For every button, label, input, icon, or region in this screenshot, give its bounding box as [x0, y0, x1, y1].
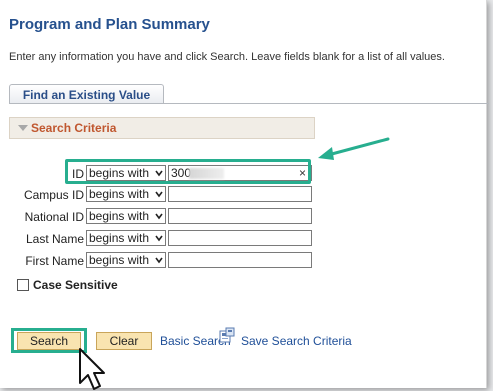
search-criteria-header[interactable]: Search Criteria — [9, 117, 315, 139]
first-name-operator-select[interactable]: begins with — [86, 252, 166, 268]
search-criteria-title: Search Criteria — [31, 121, 117, 135]
case-sensitive-label: Case Sensitive — [33, 278, 118, 292]
case-sensitive-option[interactable]: Case Sensitive — [17, 278, 118, 292]
campus-id-operator-select[interactable]: begins with — [86, 186, 166, 202]
campus-id-input[interactable] — [168, 186, 312, 202]
save-search-criteria-link[interactable]: Save Search Criteria — [241, 334, 352, 348]
tab-divider — [9, 103, 489, 104]
page-instructions: Enter any information you have and click… — [9, 51, 445, 63]
save-criteria-icon[interactable] — [219, 327, 235, 343]
chevron-down-icon — [155, 257, 163, 264]
triangle-down-icon — [18, 125, 28, 131]
campus-id-label: Campus ID — [23, 188, 84, 202]
last-name-input[interactable] — [168, 230, 312, 246]
chevron-down-icon — [155, 191, 163, 198]
national-id-input[interactable] — [168, 208, 312, 224]
first-name-label: First Name — [25, 254, 84, 268]
chevron-down-icon — [155, 235, 163, 242]
search-page-panel: Program and Plan Summary Enter any infor… — [0, 0, 489, 390]
national-id-operator-select[interactable]: begins with — [86, 208, 166, 224]
mouse-pointer-icon — [79, 348, 105, 390]
page-title: Program and Plan Summary — [9, 16, 210, 33]
tab-find-existing-value[interactable]: Find an Existing Value — [9, 84, 164, 104]
id-field-highlight — [65, 159, 311, 184]
case-sensitive-checkbox[interactable] — [17, 279, 29, 291]
chevron-down-icon — [155, 213, 163, 220]
last-name-label: Last Name — [25, 232, 84, 246]
annotation-arrow-icon — [318, 137, 390, 160]
first-name-input[interactable] — [168, 252, 312, 268]
last-name-operator-select[interactable]: begins with — [86, 230, 166, 246]
national-id-label: National ID — [24, 210, 84, 224]
